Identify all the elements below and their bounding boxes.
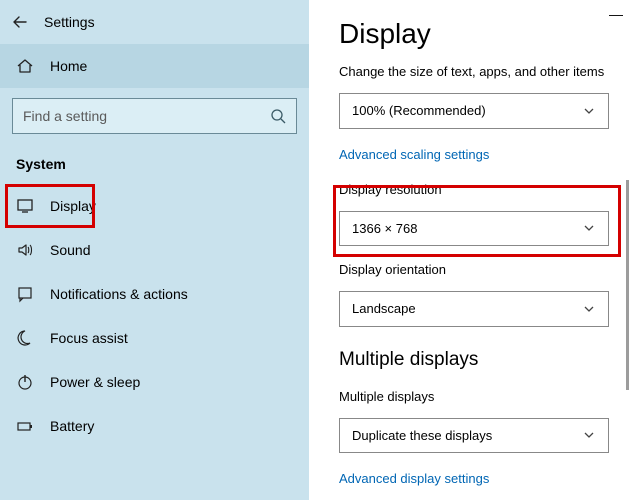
nav-item-label: Power & sleep bbox=[50, 374, 140, 390]
nav-item-power-sleep[interactable]: Power & sleep bbox=[0, 360, 309, 404]
scale-dropdown[interactable]: 100% (Recommended) bbox=[339, 93, 609, 129]
nav-item-display[interactable]: Display bbox=[0, 184, 309, 228]
scale-value: 100% (Recommended) bbox=[352, 103, 486, 118]
search-icon bbox=[270, 108, 286, 124]
nav-item-battery[interactable]: Battery bbox=[0, 404, 309, 448]
nav-item-label: Focus assist bbox=[50, 330, 128, 346]
nav-item-label: Notifications & actions bbox=[50, 286, 188, 302]
chevron-down-icon bbox=[582, 104, 596, 118]
focus-assist-icon bbox=[16, 329, 34, 347]
nav-list: Display Sound Notifications & actions Fo… bbox=[0, 184, 309, 448]
resolution-dropdown[interactable]: 1366 × 768 bbox=[339, 211, 609, 247]
scrollbar[interactable] bbox=[626, 180, 629, 390]
advanced-display-link[interactable]: Advanced display settings bbox=[339, 471, 609, 486]
minimize-icon[interactable]: — bbox=[609, 6, 623, 22]
nav-home-label: Home bbox=[50, 58, 87, 74]
multiple-displays-heading: Multiple displays bbox=[339, 349, 609, 371]
chevron-down-icon bbox=[582, 221, 596, 235]
display-icon bbox=[16, 197, 34, 215]
search-input[interactable] bbox=[23, 108, 260, 124]
sound-icon bbox=[16, 241, 34, 259]
multiple-displays-label: Multiple displays bbox=[339, 389, 609, 404]
orientation-label: Display orientation bbox=[339, 262, 609, 277]
search-box[interactable] bbox=[12, 98, 297, 134]
nav-item-sound[interactable]: Sound bbox=[0, 228, 309, 272]
home-icon bbox=[16, 57, 34, 75]
orientation-dropdown[interactable]: Landscape bbox=[339, 291, 609, 327]
chevron-down-icon bbox=[582, 302, 596, 316]
window-title: Settings bbox=[44, 14, 95, 30]
page-title: Display bbox=[339, 18, 609, 50]
nav-item-notifications[interactable]: Notifications & actions bbox=[0, 272, 309, 316]
notifications-icon bbox=[16, 285, 34, 303]
resolution-value: 1366 × 768 bbox=[352, 221, 417, 236]
nav-item-focus-assist[interactable]: Focus assist bbox=[0, 316, 309, 360]
sidebar: Settings Home System Display Sound bbox=[0, 0, 309, 500]
nav-item-label: Sound bbox=[50, 242, 90, 258]
advanced-scaling-link[interactable]: Advanced scaling settings bbox=[339, 147, 609, 162]
orientation-value: Landscape bbox=[352, 301, 416, 316]
multiple-displays-value: Duplicate these displays bbox=[352, 428, 492, 443]
category-label: System bbox=[0, 142, 309, 184]
back-icon[interactable] bbox=[12, 14, 28, 30]
nav-item-label: Display bbox=[50, 198, 96, 214]
battery-icon bbox=[16, 417, 34, 435]
nav-item-label: Battery bbox=[50, 418, 94, 434]
search-wrap bbox=[0, 88, 309, 142]
power-icon bbox=[16, 373, 34, 391]
multiple-displays-dropdown[interactable]: Duplicate these displays bbox=[339, 418, 609, 454]
main-content: — Display Change the size of text, apps,… bbox=[309, 0, 631, 500]
nav-home[interactable]: Home bbox=[0, 44, 309, 88]
chevron-down-icon bbox=[582, 428, 596, 442]
scale-label: Change the size of text, apps, and other… bbox=[339, 64, 609, 79]
resolution-label: Display resolution bbox=[339, 182, 609, 197]
titlebar: Settings bbox=[0, 0, 309, 44]
